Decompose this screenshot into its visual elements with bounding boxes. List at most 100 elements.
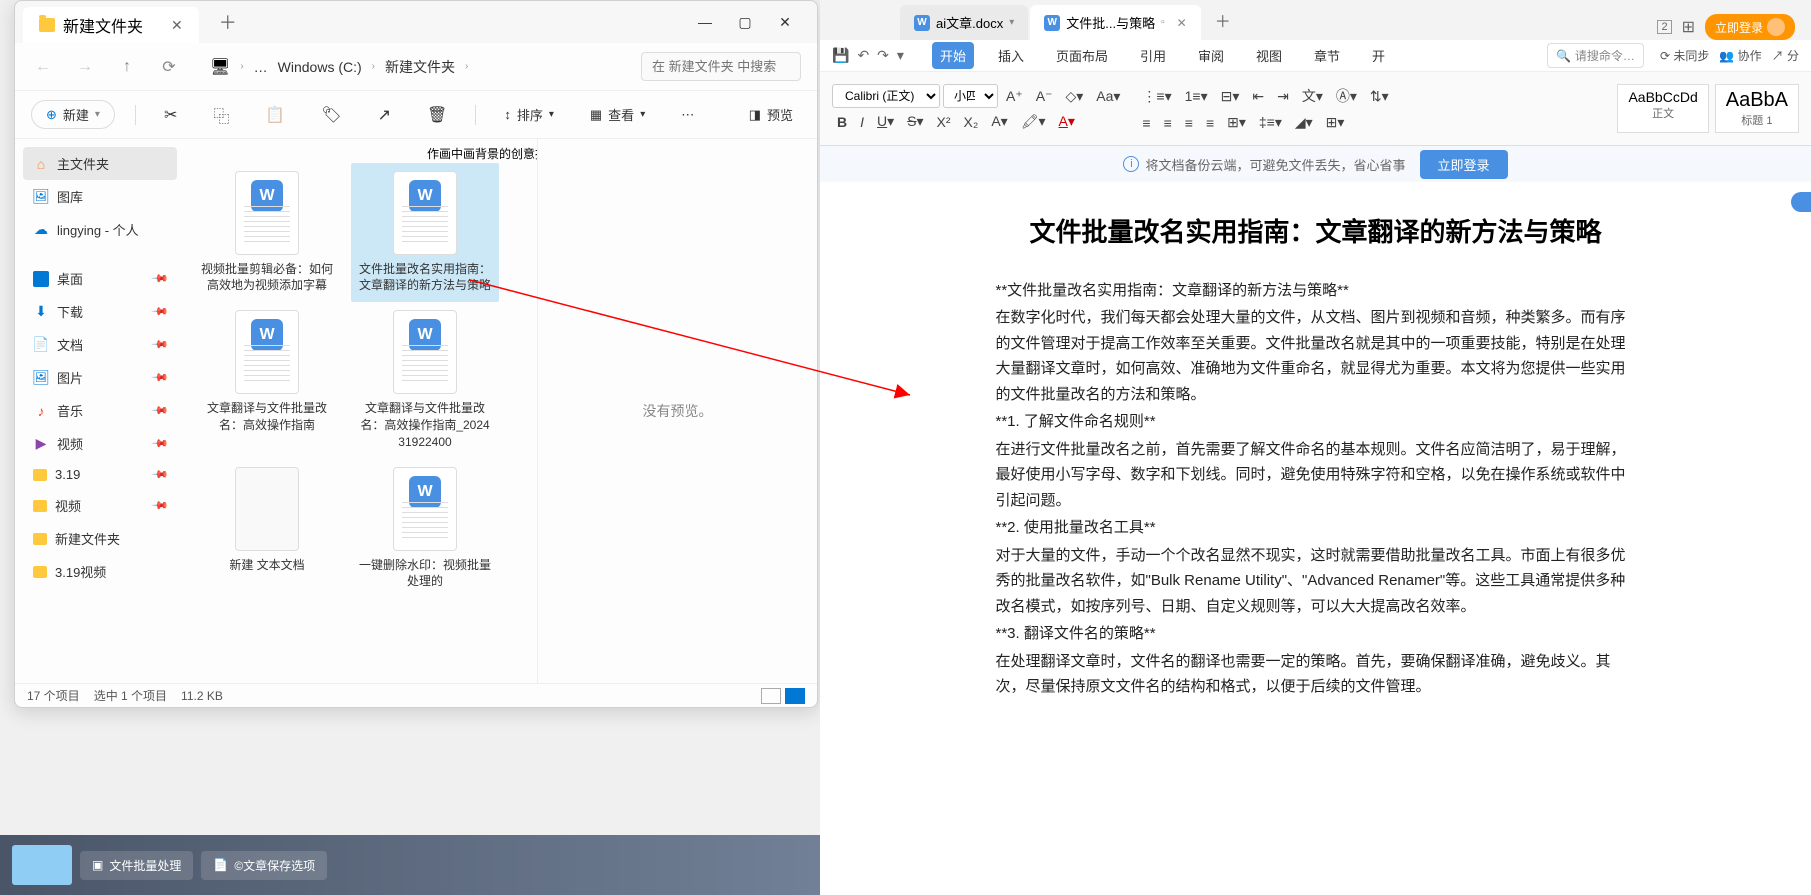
subscript-button[interactable]: X₂ (959, 111, 984, 133)
align-left-button[interactable]: ≡ (1137, 112, 1155, 134)
wps-doc-tab-active[interactable]: W 文件批...与策略 ▫ ✕ (1030, 5, 1200, 40)
increase-indent-button[interactable]: ⇥ (1272, 85, 1294, 108)
file-grid[interactable]: 作画中画背景的创意技巧 W 视频批量剪辑必备：如何高效地为视频添加字幕 W 文件… (185, 139, 537, 683)
redo-icon[interactable]: ↷ (877, 47, 889, 64)
decrease-indent-button[interactable]: ⇤ (1247, 85, 1269, 108)
new-tab-button[interactable]: ＋ (1203, 0, 1243, 40)
superscript-button[interactable]: X² (932, 111, 956, 133)
font-color-button[interactable]: A▾ (1054, 110, 1080, 133)
sidebar-item-desktop[interactable]: 桌面📌 (23, 262, 177, 295)
text-effects-button[interactable]: A▾ (986, 110, 1012, 133)
increase-font-button[interactable]: A⁺ (1001, 85, 1028, 108)
apps-icon[interactable]: ⊞ (1682, 17, 1695, 37)
change-case-button[interactable]: Aa▾ (1091, 85, 1125, 108)
strike-button[interactable]: S▾ (902, 110, 928, 133)
tab-close-icon[interactable]: ✕ (171, 17, 183, 34)
breadcrumb-drive[interactable]: Windows (C:) (278, 59, 362, 75)
sidebar-item-pictures[interactable]: 🖼图片📌 (23, 361, 177, 394)
ribbon-tab-chapter[interactable]: 章节 (1306, 42, 1348, 69)
forward-button[interactable]: → (73, 55, 97, 79)
coop-button[interactable]: 👥 协作 (1719, 47, 1761, 64)
bullet-list-button[interactable]: ⋮≡▾ (1137, 85, 1176, 108)
file-item[interactable]: W 文章翻译与文件批量改名：高效操作指南_202431922400 (351, 302, 499, 458)
sidebar-item-music[interactable]: ♪音乐📌 (23, 394, 177, 427)
close-icon[interactable]: ✕ (1177, 16, 1187, 30)
shading-button[interactable]: ◢▾ (1290, 111, 1318, 134)
cut-button[interactable]: ✂ (156, 101, 185, 129)
sidebar-item-folder[interactable]: 视频📌 (23, 489, 177, 522)
save-icon[interactable]: 💾 (832, 47, 849, 64)
dropdown-icon[interactable]: ▫ (1161, 17, 1165, 28)
wps-doc-tab[interactable]: W ai文章.docx ▾ (900, 5, 1028, 40)
undo-icon[interactable]: ↶ (857, 47, 869, 64)
new-button[interactable]: ⊕ 新建 ▾ (31, 100, 115, 129)
ribbon-tab-reference[interactable]: 引用 (1132, 42, 1174, 69)
minimize-button[interactable]: — (697, 14, 713, 30)
view-button[interactable]: ▦ 查看 ▾ (582, 101, 653, 128)
close-button[interactable]: ✕ (777, 14, 793, 30)
number-list-button[interactable]: 1≡▾ (1180, 85, 1213, 108)
font-select[interactable]: Calibri (正文) (832, 84, 940, 108)
search-input[interactable] (641, 52, 801, 81)
style-normal[interactable]: AaBbCcDd 正文 (1617, 84, 1708, 133)
rename-button[interactable]: 🏷 (313, 101, 349, 129)
underline-button[interactable]: U▾ (872, 110, 899, 133)
ribbon-tab-review[interactable]: 审阅 (1190, 42, 1232, 69)
file-item-selected[interactable]: W 文件批量改名实用指南：文章翻译的新方法与策略 (351, 163, 499, 303)
file-item[interactable]: W 视频批量剪辑必备：如何高效地为视频添加字幕 (193, 163, 341, 303)
back-button[interactable]: ← (31, 55, 55, 79)
paste-button[interactable]: 📋 (257, 101, 293, 129)
sidebar-item-folder[interactable]: 3.19视频 (23, 555, 177, 588)
file-item[interactable]: W 文章翻译与文件批量改名：高效操作指南 (193, 302, 341, 458)
sidebar-item-downloads[interactable]: ⬇下载📌 (23, 295, 177, 328)
file-item[interactable]: W 一键删除水印：视频批量处理的 (351, 459, 499, 599)
preview-toggle[interactable]: ◨ 预览 (741, 101, 801, 128)
style-heading1[interactable]: AaBbA 标题 1 (1715, 84, 1799, 133)
login-button[interactable]: 立即登录 (1705, 14, 1795, 40)
refresh-button[interactable]: ⟳ (157, 55, 181, 79)
align-center-button[interactable]: ≡ (1159, 112, 1177, 134)
ribbon-tab-view[interactable]: 视图 (1248, 42, 1290, 69)
view-list-button[interactable] (761, 688, 781, 704)
view-grid-button[interactable] (785, 688, 805, 704)
share-button[interactable]: ↗ 分 (1772, 47, 1799, 64)
side-marker-icon[interactable] (1791, 192, 1811, 212)
dropdown-icon[interactable]: ▾ (1009, 17, 1014, 28)
sort-button[interactable]: ⇅▾ (1365, 85, 1394, 108)
distribute-button[interactable]: ⊞▾ (1222, 111, 1251, 134)
text-direction-button[interactable]: 文▾ (1297, 83, 1328, 109)
explorer-tab[interactable]: 新建文件夹 ✕ (23, 7, 199, 43)
sidebar-item-gallery[interactable]: 🖼图库 (23, 180, 177, 213)
sidebar-item-folder[interactable]: 3.19📌 (23, 460, 177, 489)
ribbon-tab-insert[interactable]: 插入 (990, 42, 1032, 69)
new-tab-button[interactable]: ＋ (219, 9, 237, 35)
taskbar-thumbnail[interactable] (12, 845, 72, 885)
sidebar-item-onedrive[interactable]: ☁lingying - 个人 (23, 213, 177, 246)
ribbon-tab-open[interactable]: 开 (1364, 42, 1393, 69)
command-search[interactable]: 🔍 请搜命令… (1547, 43, 1644, 68)
clear-format-button[interactable]: ◇▾ (1060, 85, 1088, 108)
qat-dropdown[interactable]: ▾ (897, 47, 904, 64)
breadcrumb-dots[interactable]: … (254, 59, 268, 75)
taskbar-item[interactable]: 📄 ©文章保存选项 (201, 851, 327, 880)
sort-button[interactable]: ↕ 排序 ▾ (496, 101, 562, 128)
banner-login-button[interactable]: 立即登录 (1420, 150, 1508, 179)
ribbon-tab-layout[interactable]: 页面布局 (1048, 42, 1116, 69)
sidebar-item-documents[interactable]: 📄文档📌 (23, 328, 177, 361)
italic-button[interactable]: I (855, 111, 869, 133)
sidebar-item-videos[interactable]: ▶视频📌 (23, 427, 177, 460)
maximize-button[interactable]: ▢ (737, 14, 753, 30)
file-item[interactable]: 新建 文本文档 (193, 459, 341, 599)
up-button[interactable]: ↑ (115, 55, 139, 79)
delete-button[interactable]: 🗑 (419, 101, 455, 129)
copy-button[interactable]: ⿻ (205, 99, 237, 131)
breadcrumb-folder[interactable]: 新建文件夹 (385, 57, 455, 77)
grid-icon[interactable]: 2 (1657, 20, 1671, 34)
sync-status[interactable]: ⟳ 未同步 (1660, 47, 1709, 64)
more-button[interactable]: ⋯ (673, 103, 702, 127)
sidebar-item-folder[interactable]: 新建文件夹 (23, 522, 177, 555)
document-area[interactable]: 文件批量改名实用指南：文章翻译的新方法与策略 **文件批量改名实用指南：文章翻译… (820, 182, 1811, 895)
align-distribute-button[interactable]: Ⓐ▾ (1331, 83, 1362, 109)
size-select[interactable]: 小四 (943, 84, 998, 108)
decrease-font-button[interactable]: A⁻ (1031, 85, 1058, 108)
